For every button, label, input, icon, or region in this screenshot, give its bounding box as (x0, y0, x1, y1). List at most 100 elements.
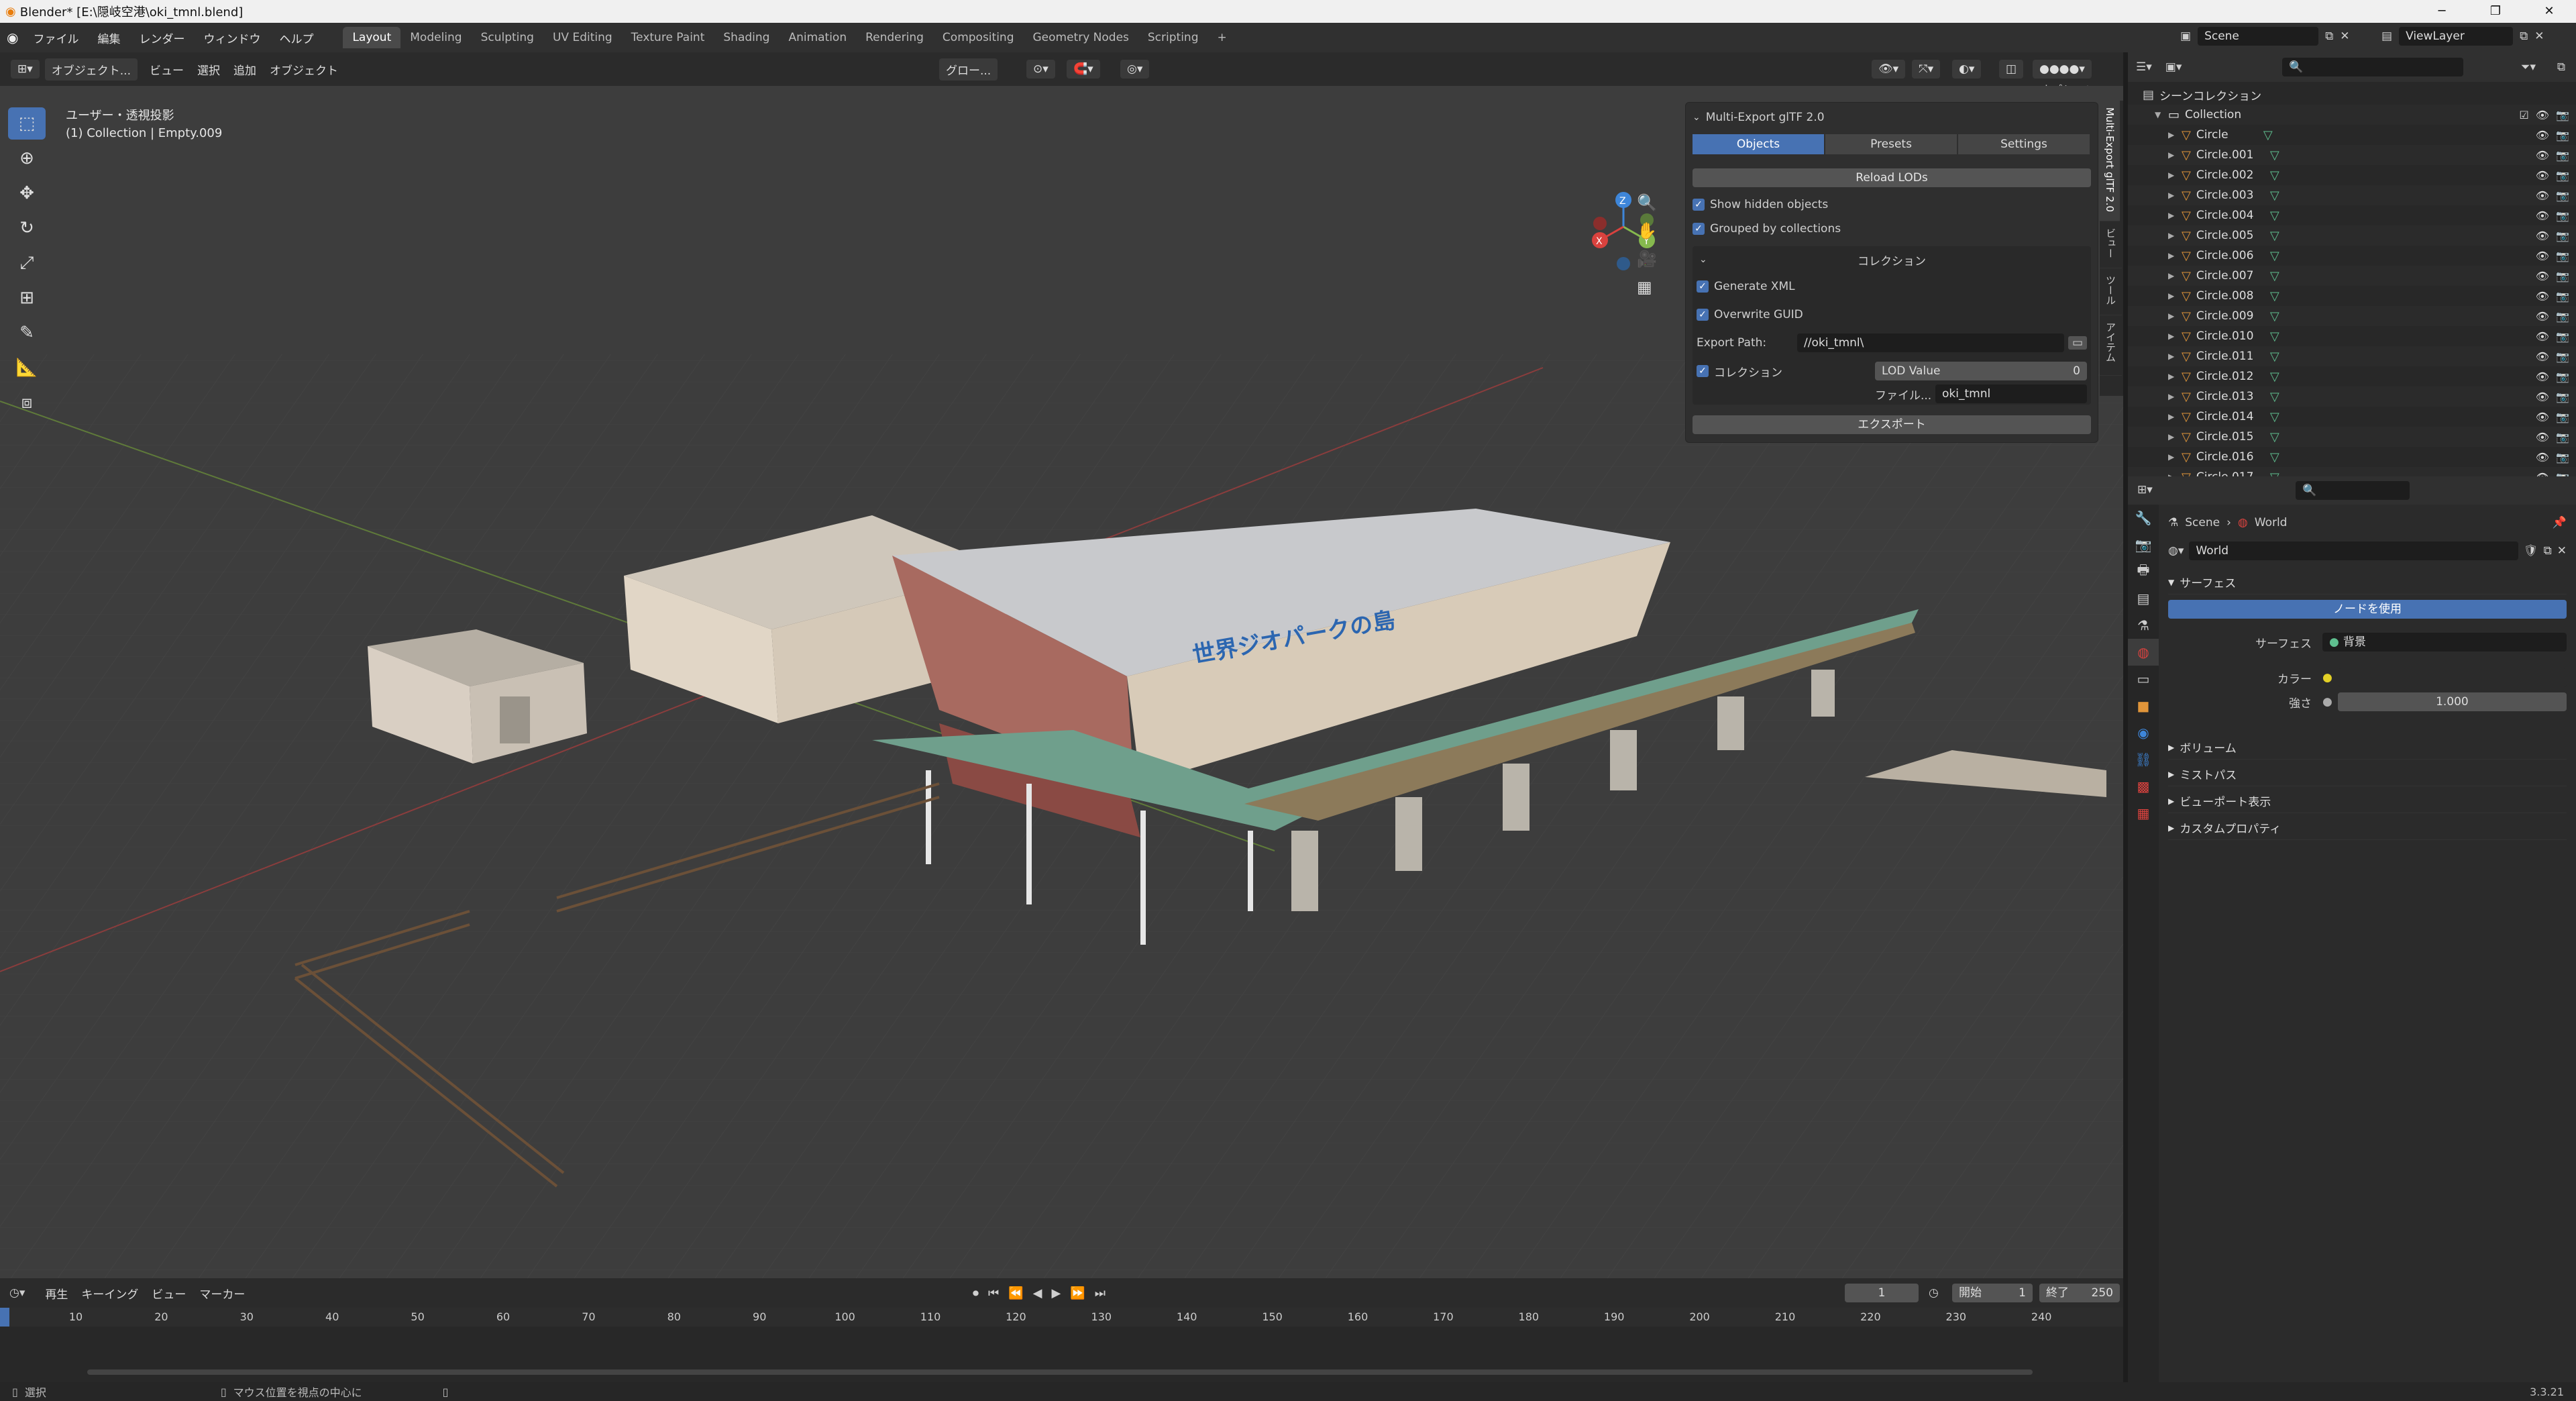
start-frame-field[interactable]: 開始 1 (1952, 1284, 2033, 1302)
collapse-chevron-icon[interactable]: ⌄ (1693, 112, 1701, 123)
outliner-object-row[interactable]: ▶ ▽ Circle.007 ▽ 👁 📷 (2128, 266, 2576, 286)
playhead[interactable] (0, 1308, 9, 1327)
object-props-icon[interactable]: ■ (2128, 692, 2159, 719)
menu-keying[interactable]: キーイング (74, 1285, 145, 1302)
outliner-object-row[interactable]: ▶ ▽ Circle.010 ▽ 👁 📷 (2128, 326, 2576, 346)
visibility-eye-icon[interactable]: 👁 (2536, 270, 2549, 282)
expand-icon[interactable]: ▶ (2168, 231, 2178, 240)
new-collection-icon[interactable]: ⧉ (2557, 60, 2565, 74)
pivot-icon[interactable]: ⊙▾ (1026, 60, 1055, 79)
expand-icon[interactable]: ▶ (2168, 251, 2178, 260)
timeline-area[interactable]: 10 20 30 40 50 60 70 80 90 100 110 120 130 140 150 160 1… (0, 1308, 2123, 1382)
play-reverse-icon[interactable]: ◀ (1033, 1286, 1042, 1300)
render-camera-icon[interactable]: 📷 (2556, 229, 2569, 242)
select-box-icon[interactable]: ⬚ (8, 107, 46, 140)
tool-props-icon[interactable]: 🔧 (2128, 505, 2159, 531)
timeline-type-icon[interactable]: ◷▾ (9, 1286, 25, 1300)
close-button[interactable]: ✕ (2522, 0, 2576, 23)
outliner-object-row[interactable]: ▶ ▽ Circle ▽ 👁 📷 (2128, 125, 2576, 145)
color-swatch[interactable] (2337, 668, 2567, 687)
mesh-data-icon[interactable]: ▽ (2270, 450, 2279, 464)
render-camera-icon[interactable]: 📷 (2556, 250, 2569, 262)
tab-rendering[interactable]: Rendering (856, 27, 933, 48)
visibility-eye-icon[interactable]: 👁 (2536, 109, 2549, 121)
zoom-icon[interactable]: 🔍 (1637, 193, 1657, 212)
collection-checkbox[interactable]: ✓ (1697, 365, 1709, 377)
scene-selector[interactable]: Scene (2198, 27, 2319, 46)
cursor-icon[interactable]: ⊕ (8, 142, 46, 174)
outliner-object-row[interactable]: ▶ ▽ Circle.004 ▽ 👁 📷 (2128, 205, 2576, 225)
constraints-props-icon[interactable]: ⛓ (2128, 746, 2159, 773)
visibility-eye-icon[interactable]: 👁 (2536, 229, 2549, 242)
file-name-input[interactable]: oki_tmnl (1935, 384, 2087, 403)
expand-icon[interactable]: ▶ (2168, 412, 2178, 421)
mesh-data-icon[interactable]: ▽ (2270, 229, 2279, 243)
visibility-eye-icon[interactable]: 👁 (2536, 310, 2549, 323)
outliner-object-row[interactable]: ▶ ▽ Circle.002 ▽ 👁 📷 (2128, 165, 2576, 185)
world-name-field[interactable]: World (2189, 541, 2519, 560)
sidetab-item[interactable]: アイテム (2100, 315, 2122, 376)
render-camera-icon[interactable]: 📷 (2556, 149, 2569, 162)
proportional-icon[interactable]: ◎▾ (1120, 60, 1150, 79)
pan-hand-icon[interactable]: ✋ (1637, 221, 1657, 240)
render-camera-icon[interactable]: 📷 (2556, 109, 2569, 121)
unlink-world-icon[interactable]: ✕ (2557, 544, 2567, 558)
expand-icon[interactable]: ▶ (2168, 452, 2178, 462)
scale-icon[interactable]: ⤢ (8, 247, 46, 279)
visibility-eye-icon[interactable]: 👁 (2536, 189, 2549, 202)
expand-icon[interactable]: ▶ (2168, 432, 2178, 442)
sidetab-tool[interactable]: ツール (2100, 268, 2122, 315)
tab-objects[interactable]: Objects (1693, 134, 1824, 154)
visibility-eye-icon[interactable]: 👁 (2536, 391, 2549, 403)
panel-header[interactable]: ⌄ Multi-Export glTF 2.0 (1693, 107, 2091, 128)
move-icon[interactable]: ✥ (8, 177, 46, 209)
delete-scene-icon[interactable]: ✕ (2340, 30, 2349, 43)
xray-icon[interactable]: ◫ (1999, 60, 2024, 79)
render-camera-icon[interactable]: 📷 (2556, 431, 2569, 444)
outliner-object-row[interactable]: ▶ ▽ Circle.014 ▽ 👁 📷 (2128, 407, 2576, 427)
world-browse-icon[interactable]: ◍▾ (2168, 544, 2184, 558)
menu-edit[interactable]: 編集 (88, 30, 129, 46)
subpanel-chevron-icon[interactable]: ⌄ (1699, 254, 1707, 265)
outliner-object-row[interactable]: ▶ ▽ Circle.013 ▽ 👁 📷 (2128, 386, 2576, 407)
tab-geometry-nodes[interactable]: Geometry Nodes (1023, 27, 1138, 48)
menu-view[interactable]: ビュー (143, 61, 191, 78)
outliner-scene-collection[interactable]: ▤ シーンコレクション (2128, 85, 2576, 105)
render-camera-icon[interactable]: 📷 (2556, 129, 2569, 142)
duplicate-world-icon[interactable]: ⧉ (2544, 544, 2552, 558)
tab-compositing[interactable]: Compositing (933, 27, 1024, 48)
visibility-icon[interactable]: 👁▾ (1872, 60, 1906, 79)
current-frame-field[interactable]: 1 (1845, 1284, 1919, 1302)
outliner-type-icon[interactable]: ☰▾ (2136, 60, 2152, 74)
viewport-display-section[interactable]: ▶ ビューポート表示 (2168, 789, 2567, 813)
visibility-eye-icon[interactable]: 👁 (2536, 451, 2549, 464)
surface-section-header[interactable]: ▼ サーフェス (2168, 570, 2567, 594)
expand-icon[interactable]: ▶ (2168, 331, 2178, 341)
expand-icon[interactable]: ▶ (2168, 372, 2178, 381)
mesh-data-icon[interactable]: ▽ (2270, 309, 2279, 323)
mesh-data-icon[interactable]: ▽ (2270, 209, 2279, 223)
tab-layout[interactable]: Layout (343, 27, 401, 48)
display-mode-icon[interactable]: ▣▾ (2165, 60, 2182, 74)
overwrite-guid-row[interactable]: ✓ Overwrite GUID (1697, 304, 2084, 325)
render-camera-icon[interactable]: 📷 (2556, 209, 2569, 222)
outliner-object-row[interactable]: ▶ ▽ Circle.008 ▽ 👁 📷 (2128, 286, 2576, 306)
outliner-object-row[interactable]: ▶ ▽ Circle.012 ▽ 👁 📷 (2128, 366, 2576, 386)
mesh-data-icon[interactable]: ▽ (2270, 390, 2279, 404)
outliner-object-row[interactable]: ▶ ▽ Circle.011 ▽ 👁 📷 (2128, 346, 2576, 366)
mesh-data-icon[interactable]: ▽ (2270, 249, 2279, 263)
mesh-data-icon[interactable]: ▽ (2270, 350, 2279, 364)
add-cube-icon[interactable]: ⧈ (8, 386, 46, 419)
menu-playback[interactable]: 再生 (38, 1285, 74, 1302)
properties-search-input[interactable]: 🔍 (2296, 481, 2410, 500)
end-frame-field[interactable]: 終了 250 (2039, 1284, 2120, 1302)
exclude-checkbox-icon[interactable]: ☑ (2519, 109, 2528, 121)
expand-icon[interactable]: ▶ (2168, 392, 2178, 401)
mesh-data-icon[interactable]: ▽ (2270, 148, 2279, 162)
generate-xml-checkbox[interactable]: ✓ (1697, 280, 1709, 293)
maximize-button[interactable]: ❐ (2469, 0, 2522, 23)
expand-icon[interactable]: ▶ (2168, 191, 2178, 200)
new-scene-icon[interactable]: ⧉ (2325, 30, 2333, 43)
mist-section[interactable]: ▶ ミストパス (2168, 762, 2567, 786)
new-viewlayer-icon[interactable]: ⧉ (2520, 30, 2528, 43)
